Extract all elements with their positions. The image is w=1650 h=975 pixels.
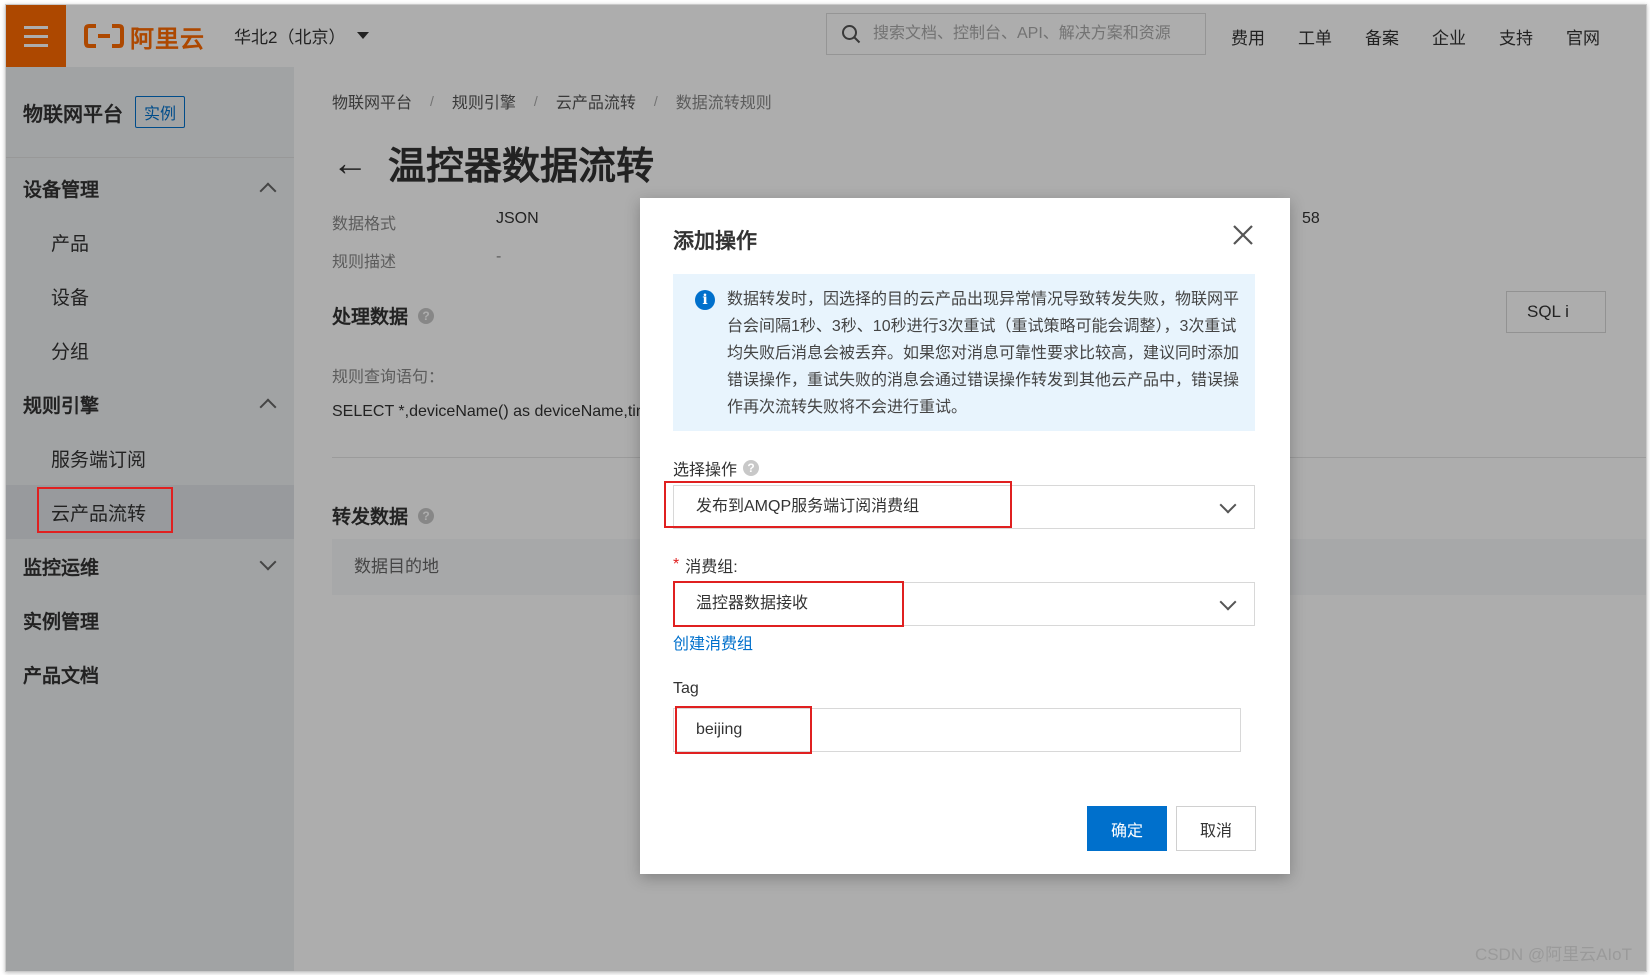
help-icon[interactable]: ? bbox=[743, 460, 760, 476]
info-icon: i bbox=[695, 290, 715, 310]
retry-notice: i 数据转发时，因选择的目的云产品出现异常情况导致转发失败，物联网平台会间隔1秒… bbox=[673, 274, 1255, 431]
operation-select-value: 发布到AMQP服务端订阅消费组 bbox=[696, 498, 920, 515]
required-marker: * bbox=[673, 556, 680, 573]
operation-label-text: 选择操作 bbox=[673, 462, 738, 479]
operation-field-label: 选择操作 ? bbox=[673, 456, 760, 480]
consumer-group-label-text: 消费组: bbox=[685, 559, 738, 576]
close-icon[interactable] bbox=[1230, 222, 1256, 248]
dialog-title: 添加操作 bbox=[673, 230, 757, 253]
chevron-down-icon bbox=[1219, 593, 1237, 611]
watermark: CSDN @阿里云AIoT bbox=[1474, 945, 1632, 964]
tag-input[interactable] bbox=[673, 708, 1241, 752]
confirm-button[interactable]: 确定 bbox=[1087, 806, 1167, 851]
consumer-group-field-label: * 消费组: bbox=[673, 553, 738, 577]
tag-field-label: Tag bbox=[673, 680, 699, 698]
create-consumer-group-link[interactable]: 创建消费组 bbox=[673, 630, 753, 654]
tag-label-text: Tag bbox=[673, 680, 699, 697]
operation-select[interactable]: 发布到AMQP服务端订阅消费组 bbox=[673, 485, 1255, 529]
add-operation-dialog: 添加操作 i 数据转发时，因选择的目的云产品出现异常情况导致转发失败，物联网平台… bbox=[640, 198, 1290, 874]
notice-text: 数据转发时，因选择的目的云产品出现异常情况导致转发失败，物联网平台会间隔1秒、3… bbox=[727, 291, 1240, 416]
chevron-down-icon bbox=[1219, 496, 1237, 514]
cancel-button[interactable]: 取消 bbox=[1176, 806, 1256, 851]
console-window: 阿里云 华北2（北京） 费用 工单 备案 企业 支持 官网 物联网平台 实例 bbox=[5, 4, 1647, 972]
consumer-group-select-value: 温控器数据接收 bbox=[696, 595, 809, 612]
consumer-group-select[interactable]: 温控器数据接收 bbox=[673, 582, 1255, 626]
